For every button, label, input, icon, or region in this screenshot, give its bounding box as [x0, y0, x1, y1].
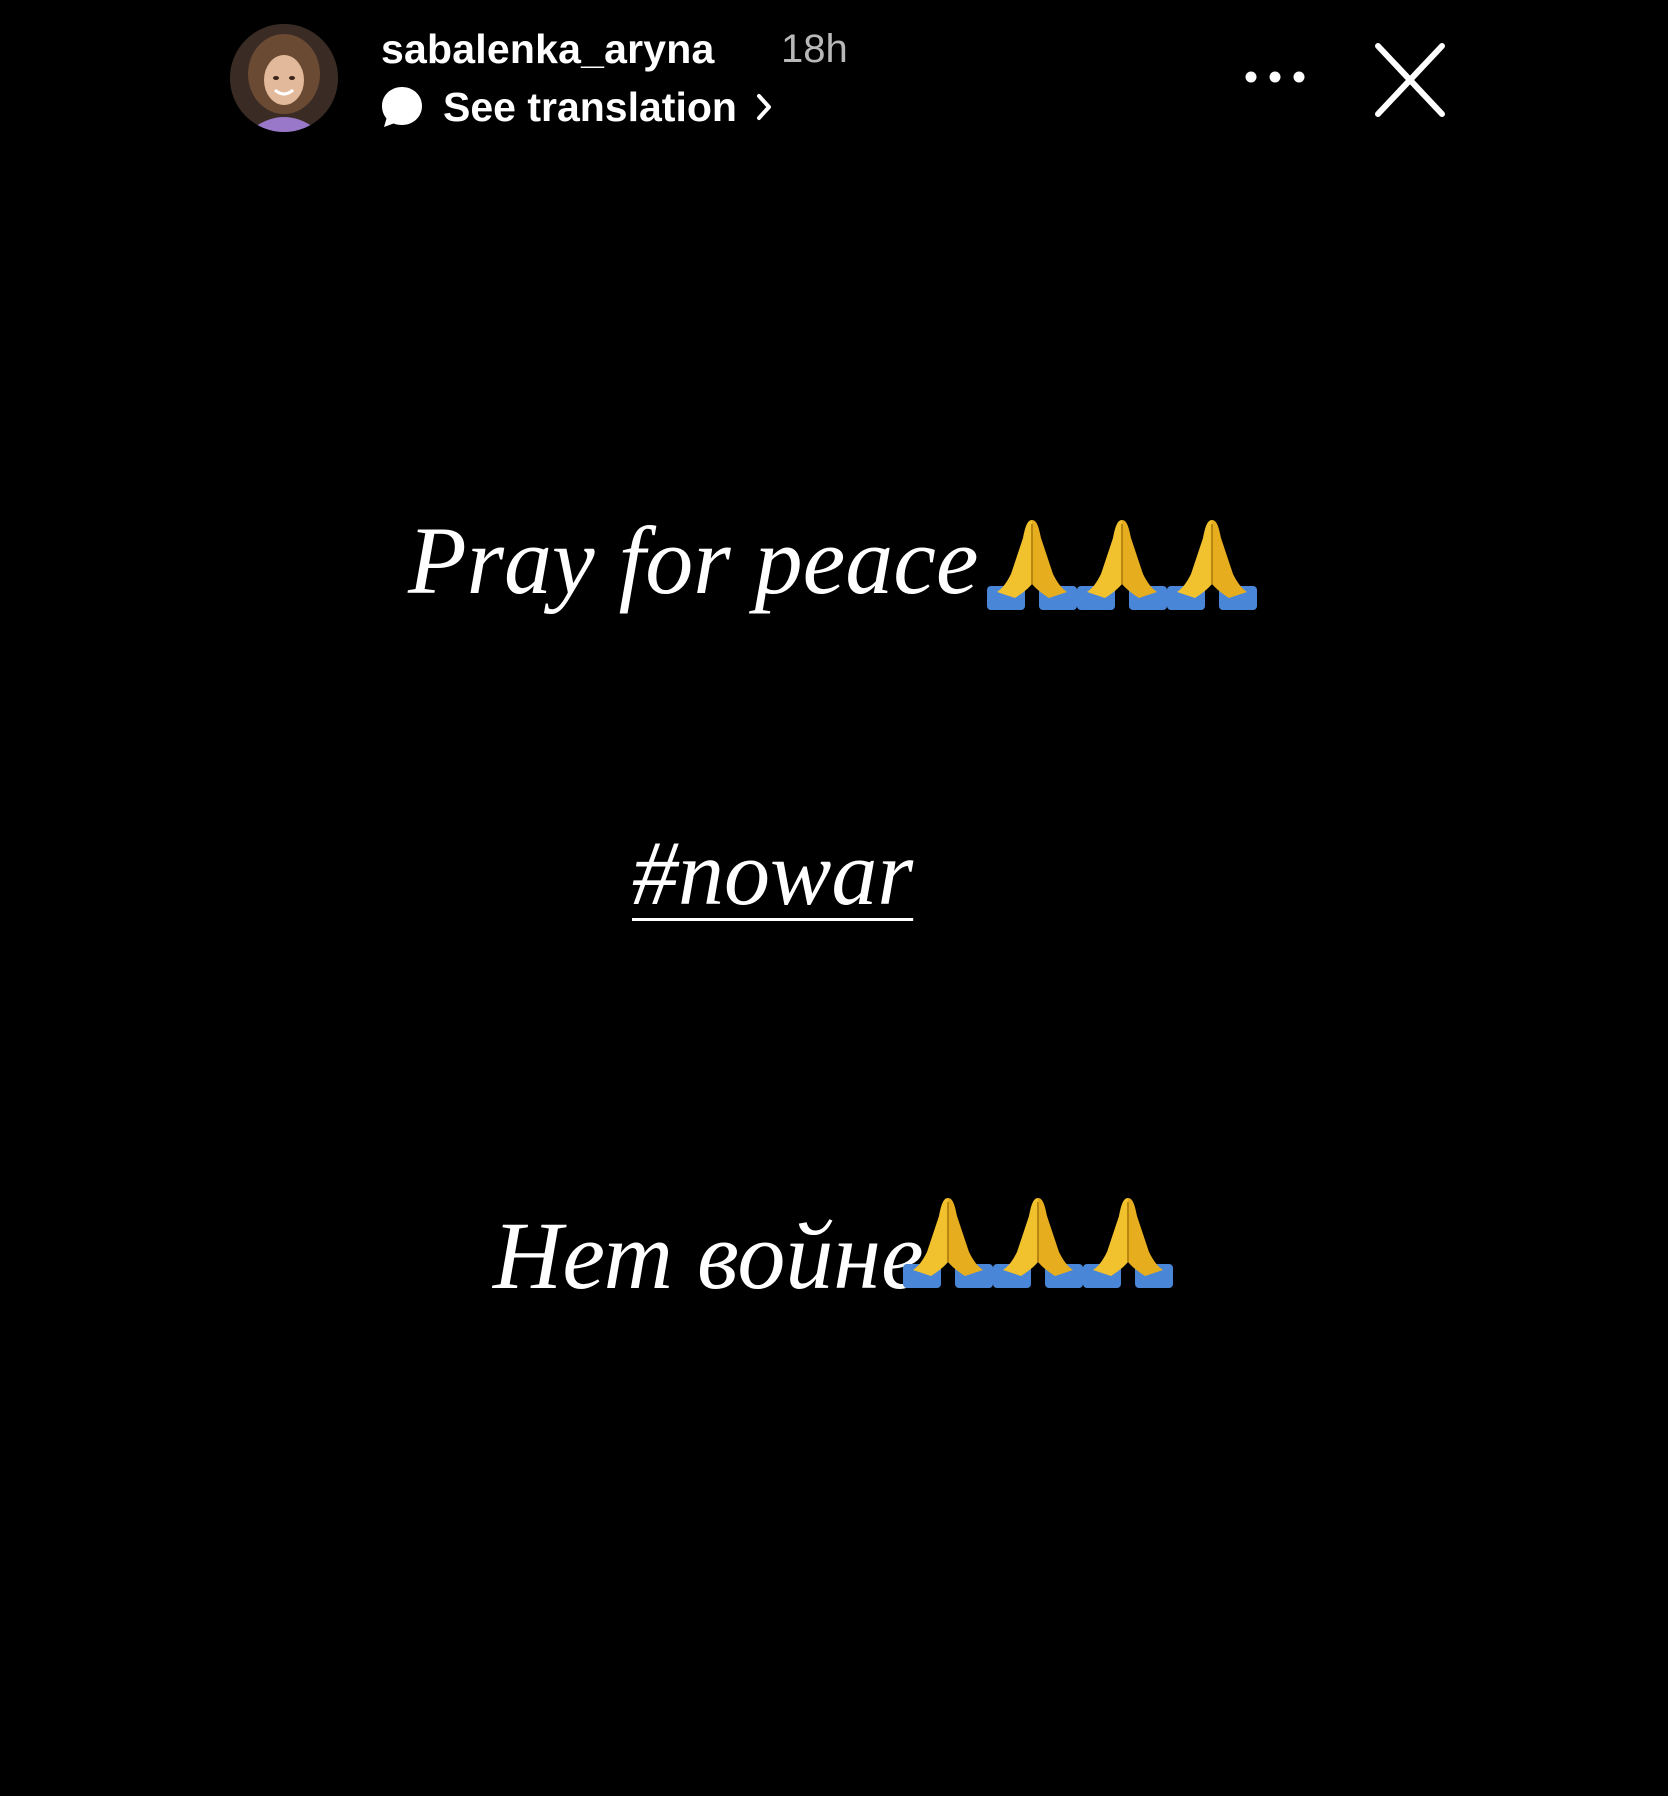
- hashtag-nowar-link[interactable]: #nowar: [632, 820, 913, 926]
- timestamp: 18h: [781, 27, 848, 71]
- see-translation-label: See translation: [443, 83, 737, 130]
- avatar-image: [230, 24, 338, 132]
- see-translation-button[interactable]: See translation: [380, 84, 775, 130]
- folded-hands-icon: [987, 520, 1077, 610]
- story-viewer[interactable]: sabalenka_aryna 18h See translation Pray…: [0, 0, 1668, 1796]
- folded-hands-icon: [1167, 520, 1257, 610]
- story-text-net-voyne: Нет войне: [493, 1202, 924, 1309]
- folded-hands-emoji-row: [901, 1196, 1173, 1292]
- chevron-right-icon: [756, 94, 771, 120]
- folded-hands-icon: [993, 1198, 1083, 1288]
- more-dots-icon[interactable]: [1240, 60, 1310, 90]
- close-icon[interactable]: [1370, 40, 1450, 120]
- username[interactable]: sabalenka_aryna: [381, 26, 715, 73]
- folded-hands-icon: [1083, 1198, 1173, 1288]
- speech-bubble-icon: [382, 87, 422, 127]
- folded-hands-icon: [903, 1198, 993, 1288]
- folded-hands-icon: [1077, 520, 1167, 610]
- avatar[interactable]: [230, 24, 338, 132]
- story-text-pray-for-peace: Pray for peace: [408, 507, 979, 614]
- folded-hands-emoji-row: [985, 518, 1257, 614]
